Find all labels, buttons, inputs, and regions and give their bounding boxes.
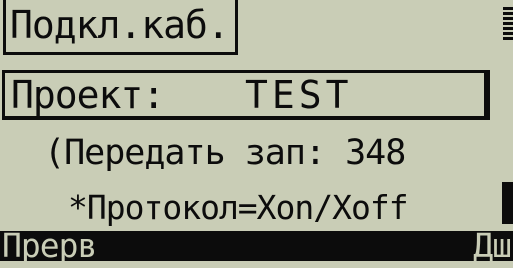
scroll-thumb-icon: [502, 182, 513, 224]
transfer-records-text: (Передать зап: 348: [44, 133, 406, 173]
protocol-text: *Протокол=Xon/Xoff: [68, 188, 409, 227]
project-value: TEST: [245, 73, 353, 117]
lcd-screen: Подкл.каб. Проект: TEST (Передать зап: 3…: [0, 0, 513, 265]
abort-softkey[interactable]: Прерв: [2, 224, 97, 268]
project-field[interactable]: Проект: TEST: [2, 70, 490, 120]
project-label: Проект:: [11, 73, 165, 117]
softkey-bar: Прерв Дш: [0, 226, 513, 265]
softkey-right[interactable]: Дш: [473, 224, 512, 268]
screen-title: Подкл.каб.: [3, 0, 238, 55]
scroll-indicator-icon: [503, 6, 513, 40]
